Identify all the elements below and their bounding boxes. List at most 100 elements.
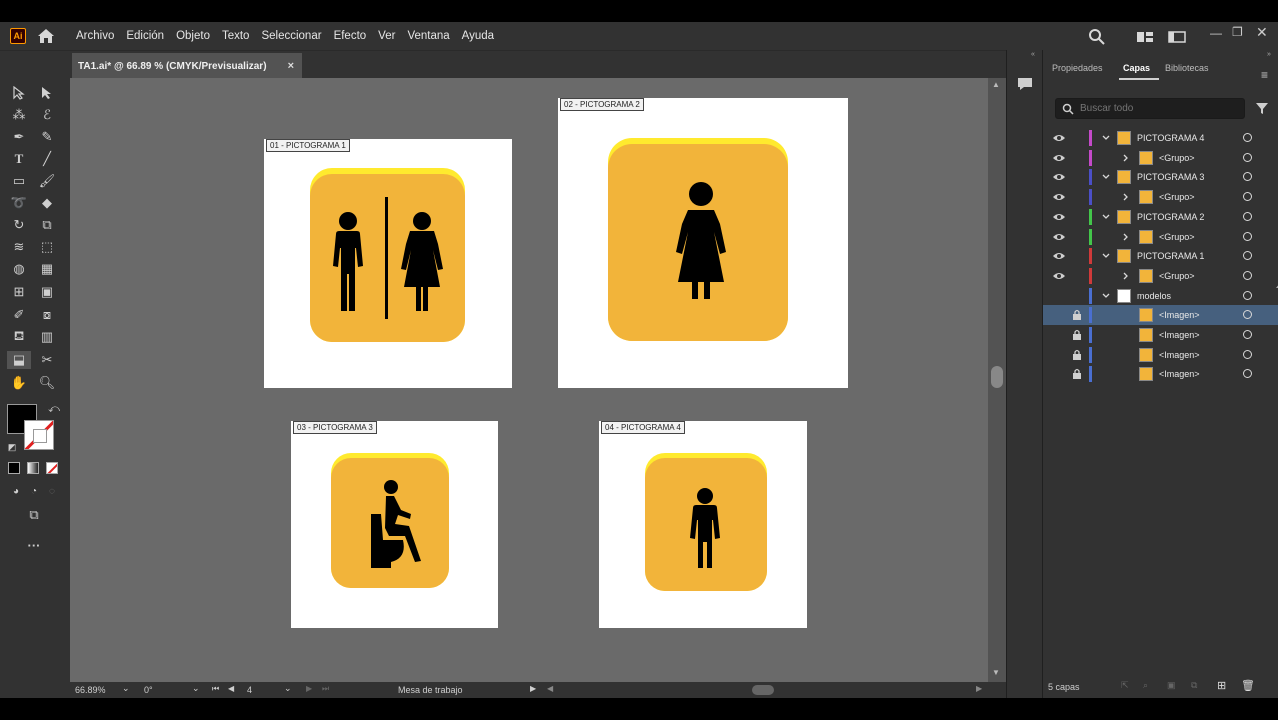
layer-row[interactable]: <Imagen> <box>1043 305 1278 326</box>
first-artboard-icon[interactable]: ⏮ <box>212 684 219 694</box>
vertical-scrollbar[interactable]: ▲ ▼ <box>988 78 1006 682</box>
target-circle-icon[interactable] <box>1243 192 1252 202</box>
free-transform-tool-icon[interactable]: ⬚ <box>37 238 57 256</box>
shape-builder-tool-icon[interactable]: ◍ <box>9 260 29 278</box>
layer-name[interactable]: <Grupo> <box>1159 153 1195 163</box>
layer-name[interactable]: <Grupo> <box>1159 232 1195 242</box>
menu-ayuda[interactable]: Ayuda <box>462 30 494 42</box>
target-circle-icon[interactable] <box>1243 270 1252 280</box>
artboard-tool-icon[interactable]: ⬓ <box>7 351 31 369</box>
arrange-documents-icon[interactable] <box>1136 30 1154 44</box>
last-artboard-icon[interactable]: ⏭ <box>322 684 329 694</box>
clipping-mask-icon[interactable]: ▣ <box>1167 680 1176 691</box>
vertical-scroll-thumb[interactable] <box>991 366 1003 388</box>
layer-name[interactable]: modelos <box>1137 291 1171 301</box>
artboard-4[interactable]: 04 - PICTOGRAMA 4 <box>599 421 807 628</box>
draw-behind-icon[interactable]: ◔ <box>24 482 44 500</box>
gradient-tool-icon[interactable]: ▣ <box>37 283 57 301</box>
visibility-eye-icon[interactable] <box>1053 192 1065 202</box>
target-circle-icon[interactable] <box>1243 251 1252 261</box>
canvas-area[interactable]: 01 - PICTOGRAMA 1 02 - PICTOGRAMA 2 03 -… <box>70 78 988 682</box>
lasso-tool-icon[interactable]: ℰ <box>37 106 57 124</box>
chevron-down-icon[interactable] <box>1101 251 1111 261</box>
layer-row[interactable]: modelos <box>1043 286 1278 306</box>
horizontal-scroll-thumb[interactable] <box>752 685 774 695</box>
menu-edicion[interactable]: Edición <box>126 30 164 42</box>
document-tab[interactable]: TA1.ai* @ 66.89 % (CMYK/Previsualizar) × <box>72 53 302 79</box>
new-sublayer-icon[interactable]: ⧉ <box>1191 680 1197 691</box>
layer-name[interactable]: <Grupo> <box>1159 192 1195 202</box>
scroll-up-icon[interactable]: ▲ <box>992 80 1000 89</box>
target-circle-icon[interactable] <box>1243 211 1252 221</box>
target-circle-icon[interactable] <box>1243 330 1252 339</box>
prev-artboard-icon[interactable]: ◀ <box>228 684 234 693</box>
search-layers[interactable] <box>1055 98 1245 119</box>
scroll-down-icon[interactable]: ▼ <box>992 668 1000 677</box>
artboard-3[interactable]: 03 - PICTOGRAMA 3 <box>291 421 498 628</box>
chevron-right-icon[interactable] <box>1121 271 1131 281</box>
search-input[interactable] <box>1080 103 1240 114</box>
artboard-2[interactable]: 02 - PICTOGRAMA 2 <box>558 98 848 388</box>
close-window-icon[interactable]: ✕ <box>1256 24 1268 41</box>
layer-name[interactable]: PICTOGRAMA 1 <box>1137 251 1204 261</box>
chevron-right-icon[interactable] <box>1121 153 1131 163</box>
layer-row[interactable]: <Grupo> <box>1043 227 1278 247</box>
draw-normal-icon[interactable]: ◕ <box>6 482 26 500</box>
lock-icon[interactable] <box>1072 349 1082 360</box>
layer-name[interactable]: <Imagen> <box>1159 350 1200 360</box>
zoom-tool-icon[interactable]: 🔍︎ <box>37 374 57 392</box>
layer-name[interactable]: <Imagen> <box>1159 369 1200 379</box>
artboard-dropdown-icon[interactable]: ⌄ <box>284 683 292 694</box>
scroll-left-icon[interactable]: ◀ <box>547 684 553 693</box>
draw-inside-icon[interactable]: ◌ <box>42 482 62 500</box>
direct-selection-tool-icon[interactable] <box>37 84 57 102</box>
paintbrush-tool-icon[interactable]: 🖌 <box>37 172 57 190</box>
rotation-dropdown-icon[interactable]: ⌄ <box>192 683 200 694</box>
visibility-eye-icon[interactable] <box>1053 172 1065 182</box>
menu-seleccionar[interactable]: Seleccionar <box>261 30 321 42</box>
layer-row[interactable]: <Grupo> <box>1043 266 1278 286</box>
chevron-right-icon[interactable] <box>1121 232 1131 242</box>
chevron-down-icon[interactable] <box>1101 172 1111 182</box>
lock-icon[interactable] <box>1072 309 1082 321</box>
none-mode-icon[interactable] <box>46 462 58 474</box>
visibility-eye-icon[interactable] <box>1053 212 1065 222</box>
swap-colors-icon[interactable]: ⤺ <box>44 400 64 418</box>
magic-wand-tool-icon[interactable]: ⁂ <box>9 106 29 124</box>
more-tools-icon[interactable]: ··· <box>24 536 44 554</box>
layer-name[interactable]: PICTOGRAMA 2 <box>1137 212 1204 222</box>
rectangle-tool-icon[interactable]: ▭ <box>9 172 29 190</box>
chevron-down-icon[interactable] <box>1101 133 1111 143</box>
screen-mode-icon[interactable]: ⧉ <box>24 506 44 524</box>
rotation-value[interactable]: 0° <box>144 685 153 695</box>
curvature-tool-icon[interactable]: ✎ <box>37 128 57 146</box>
tab-bibliotecas[interactable]: Bibliotecas <box>1165 63 1209 73</box>
restore-icon[interactable]: ❐ <box>1232 25 1243 39</box>
menu-texto[interactable]: Texto <box>222 30 250 42</box>
target-circle-icon[interactable] <box>1243 310 1252 320</box>
layer-row[interactable]: <Imagen> <box>1043 325 1278 345</box>
visibility-eye-icon[interactable] <box>1053 251 1065 261</box>
type-tool-icon[interactable]: T <box>9 150 29 168</box>
symbol-sprayer-tool-icon[interactable]: ⛾ <box>9 328 29 346</box>
shaper-tool-icon[interactable]: ➰ <box>9 194 29 212</box>
default-colors-icon[interactable]: ◩ <box>2 438 22 456</box>
layer-name[interactable]: PICTOGRAMA 3 <box>1137 172 1204 182</box>
layer-row[interactable]: PICTOGRAMA 2 <box>1043 207 1278 227</box>
delete-layer-icon[interactable]: 🗑︎ <box>1241 679 1255 692</box>
lock-icon[interactable] <box>1072 368 1082 380</box>
width-tool-icon[interactable]: ≋ <box>9 238 29 256</box>
visibility-eye-icon[interactable] <box>1053 271 1065 281</box>
locate-object-icon[interactable]: ⌕ <box>1143 680 1148 691</box>
layer-row[interactable]: <Imagen> <box>1043 364 1278 384</box>
eyedropper-tool-icon[interactable]: ✐ <box>9 306 29 324</box>
layer-name[interactable]: <Imagen> <box>1159 330 1200 340</box>
collapse-strip-icon[interactable]: « <box>1031 51 1035 58</box>
blend-tool-icon[interactable]: ⧇ <box>37 306 57 324</box>
chevron-down-icon[interactable] <box>1101 212 1111 222</box>
tab-capas[interactable]: Capas <box>1123 63 1150 73</box>
visibility-eye-icon[interactable] <box>1053 232 1065 242</box>
mesh-tool-icon[interactable]: ⊞ <box>9 283 29 301</box>
layer-row[interactable]: <Imagen> <box>1043 345 1278 365</box>
target-circle-icon[interactable] <box>1243 172 1252 182</box>
